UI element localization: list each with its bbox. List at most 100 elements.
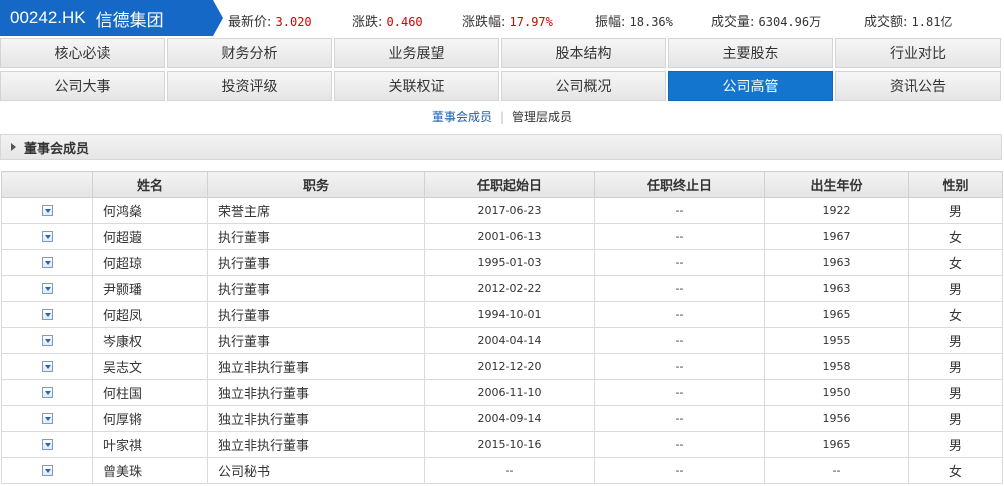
cell-position: 荣誉主席 bbox=[207, 197, 425, 224]
tab-business-outlook[interactable]: 业务展望 bbox=[334, 38, 499, 68]
cell-start-date: 2001-06-13 bbox=[424, 223, 595, 250]
cell-position: 独立非执行董事 bbox=[207, 353, 425, 380]
cell-expand bbox=[1, 223, 93, 250]
cell-position: 执行董事 bbox=[207, 249, 425, 276]
expand-icon[interactable] bbox=[41, 205, 53, 216]
cell-position: 独立非执行董事 bbox=[207, 379, 425, 406]
tab-major-shareholders[interactable]: 主要股东 bbox=[668, 38, 833, 68]
cell-gender: 男 bbox=[908, 327, 1003, 354]
cell-birth-year: 1967 bbox=[764, 223, 909, 250]
cell-birth-year: 1958 bbox=[764, 353, 909, 380]
tab-industry-comparison[interactable]: 行业对比 bbox=[835, 38, 1001, 68]
tab-investment-rating[interactable]: 投资评级 bbox=[167, 71, 332, 101]
sub-tabs: 董事会成员 | 管理层成员 bbox=[0, 108, 1004, 128]
quote-header: 00242.HK 信德集团 最新价: 3.020 涨跌: 0.460 涨跌幅: … bbox=[0, 0, 1004, 38]
tab-share-structure[interactable]: 股本结构 bbox=[501, 38, 666, 68]
cell-end-date: -- bbox=[594, 275, 765, 302]
cell-expand bbox=[1, 431, 93, 458]
table-row: 何鸿燊 荣誉主席 2017-06-23 -- 1922 男 bbox=[1, 197, 1003, 224]
expand-icon[interactable] bbox=[41, 309, 53, 320]
section-header[interactable]: 董事会成员 bbox=[0, 134, 1002, 160]
tab-company-events[interactable]: 公司大事 bbox=[0, 71, 165, 101]
cell-name: 叶家祺 bbox=[92, 431, 208, 458]
stock-code: 00242.HK bbox=[10, 8, 86, 27]
col-header-start-date: 任职起始日 bbox=[424, 171, 595, 198]
cell-gender: 男 bbox=[908, 197, 1003, 224]
expand-icon[interactable] bbox=[41, 413, 53, 424]
expand-icon[interactable] bbox=[41, 257, 53, 268]
cell-name: 曾美珠 bbox=[92, 457, 208, 484]
quote-last-price: 最新价: 3.020 bbox=[228, 15, 312, 30]
cell-start-date: 2004-09-14 bbox=[424, 405, 595, 432]
cell-gender: 男 bbox=[908, 431, 1003, 458]
expand-icon[interactable] bbox=[41, 465, 53, 476]
cell-name: 尹颢璠 bbox=[92, 275, 208, 302]
col-header-expand bbox=[1, 171, 93, 198]
cell-position: 执行董事 bbox=[207, 327, 425, 354]
subtab-divider: | bbox=[499, 110, 505, 124]
cell-position: 执行董事 bbox=[207, 223, 425, 250]
subtab-management-members[interactable]: 管理层成员 bbox=[512, 110, 572, 124]
cell-name: 何超蕸 bbox=[92, 223, 208, 250]
col-header-end-date: 任职终止日 bbox=[594, 171, 765, 198]
stock-name: 信德集团 bbox=[95, 10, 164, 31]
expand-icon[interactable] bbox=[41, 387, 53, 398]
cell-expand bbox=[1, 405, 93, 432]
cell-name: 岑康权 bbox=[92, 327, 208, 354]
cell-birth-year: 1963 bbox=[764, 275, 909, 302]
nav-row-1: 核心必读 财务分析 业务展望 股本结构 主要股东 行业对比 bbox=[0, 38, 1004, 68]
stock-badge: 00242.HK 信德集团 bbox=[0, 0, 223, 36]
cell-end-date: -- bbox=[594, 457, 765, 484]
table-row: 何超蕸 执行董事 2001-06-13 -- 1967 女 bbox=[1, 223, 1003, 250]
cell-gender: 男 bbox=[908, 275, 1003, 302]
tab-core-reading[interactable]: 核心必读 bbox=[0, 38, 165, 68]
cell-start-date: 2012-12-20 bbox=[424, 353, 595, 380]
tab-company-overview[interactable]: 公司概况 bbox=[501, 71, 666, 101]
cell-start-date: -- bbox=[424, 457, 595, 484]
cell-birth-year: -- bbox=[764, 457, 909, 484]
expand-icon[interactable] bbox=[41, 439, 53, 450]
triangle-right-icon bbox=[11, 143, 16, 151]
tab-company-executives[interactable]: 公司高管 bbox=[668, 71, 833, 101]
cell-end-date: -- bbox=[594, 197, 765, 224]
cell-position: 独立非执行董事 bbox=[207, 405, 425, 432]
tab-related-warrants[interactable]: 关联权证 bbox=[334, 71, 499, 101]
section-nav: 核心必读 财务分析 业务展望 股本结构 主要股东 行业对比 公司大事 投资评级 … bbox=[0, 38, 1004, 104]
expand-icon[interactable] bbox=[41, 335, 53, 346]
quote-change: 涨跌: 0.460 bbox=[352, 15, 423, 30]
subtab-board-members[interactable]: 董事会成员 bbox=[432, 110, 492, 124]
cell-name: 吴志文 bbox=[92, 353, 208, 380]
cell-birth-year: 1956 bbox=[764, 405, 909, 432]
cell-end-date: -- bbox=[594, 431, 765, 458]
cell-expand bbox=[1, 249, 93, 276]
board-members-table: 姓名 职务 任职起始日 任职终止日 出生年份 性别 何鸿燊 荣誉主席 2017-06… bbox=[1, 171, 1003, 484]
cell-end-date: -- bbox=[594, 353, 765, 380]
cell-name: 何超凤 bbox=[92, 301, 208, 328]
col-header-gender: 性别 bbox=[908, 171, 1003, 198]
table-row: 吴志文 独立非执行董事 2012-12-20 -- 1958 男 bbox=[1, 353, 1003, 380]
quote-amplitude: 振幅: 18.36% bbox=[595, 15, 673, 30]
table-row: 何柱国 独立非执行董事 2006-11-10 -- 1950 男 bbox=[1, 379, 1003, 406]
cell-end-date: -- bbox=[594, 223, 765, 250]
expand-icon[interactable] bbox=[41, 231, 53, 242]
nav-row-2: 公司大事 投资评级 关联权证 公司概况 公司高管 资讯公告 bbox=[0, 71, 1004, 101]
col-header-birth-year: 出生年份 bbox=[764, 171, 909, 198]
cell-start-date: 2017-06-23 bbox=[424, 197, 595, 224]
expand-icon[interactable] bbox=[41, 361, 53, 372]
cell-expand bbox=[1, 327, 93, 354]
cell-end-date: -- bbox=[594, 301, 765, 328]
col-header-name: 姓名 bbox=[92, 171, 208, 198]
cell-expand bbox=[1, 379, 93, 406]
cell-gender: 女 bbox=[908, 457, 1003, 484]
cell-name: 何鸿燊 bbox=[92, 197, 208, 224]
cell-position: 执行董事 bbox=[207, 301, 425, 328]
cell-end-date: -- bbox=[594, 405, 765, 432]
tab-news-announcements[interactable]: 资讯公告 bbox=[835, 71, 1001, 101]
cell-start-date: 2006-11-10 bbox=[424, 379, 595, 406]
tab-financial-analysis[interactable]: 财务分析 bbox=[167, 38, 332, 68]
cell-name: 何超琼 bbox=[92, 249, 208, 276]
cell-start-date: 1995-01-03 bbox=[424, 249, 595, 276]
cell-position: 公司秘书 bbox=[207, 457, 425, 484]
cell-end-date: -- bbox=[594, 379, 765, 406]
expand-icon[interactable] bbox=[41, 283, 53, 294]
